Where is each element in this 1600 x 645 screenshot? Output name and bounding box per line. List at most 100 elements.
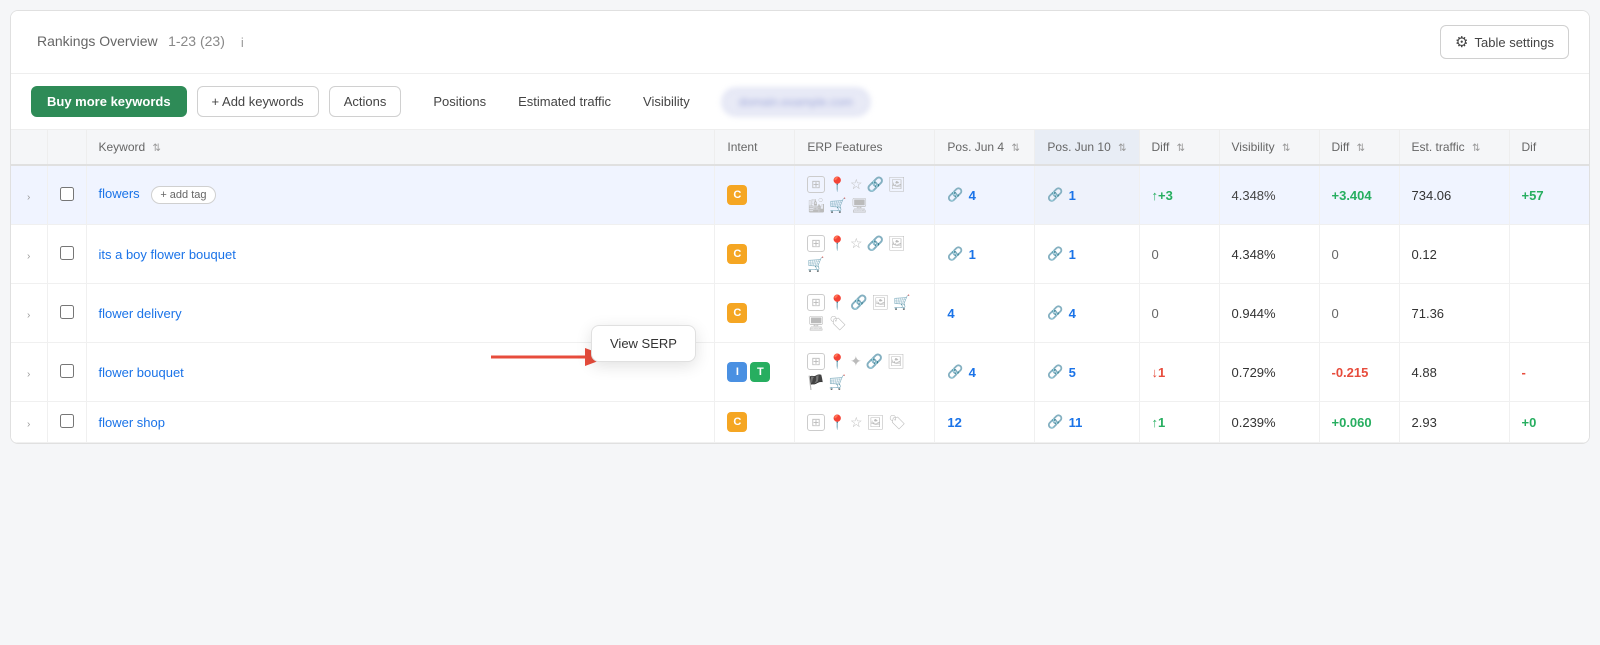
image-icon[interactable]: 🏙 bbox=[807, 197, 825, 214]
tag-icon[interactable]: 🏷 bbox=[888, 414, 906, 431]
diff-value: ↑+3 bbox=[1152, 188, 1173, 203]
location-icon[interactable]: 📍 bbox=[829, 176, 846, 193]
expand-icon[interactable]: › bbox=[23, 249, 34, 264]
star-icon2[interactable]: ✦ bbox=[850, 353, 862, 370]
expand-cell[interactable]: › bbox=[11, 225, 47, 284]
frame-icon[interactable]: 🖼 bbox=[888, 235, 906, 252]
expand-icon[interactable]: › bbox=[23, 190, 34, 205]
expand-cell[interactable]: › bbox=[11, 165, 47, 225]
intent-badge-c: C bbox=[727, 244, 747, 264]
cart-icon[interactable]: 🛒 bbox=[829, 374, 846, 391]
row-checkbox[interactable] bbox=[60, 305, 74, 319]
frame-icon[interactable]: 🖼 bbox=[887, 353, 905, 370]
keyword-link[interactable]: flower delivery bbox=[99, 306, 182, 321]
intent-badge-c: C bbox=[727, 412, 747, 432]
star-icon[interactable]: ☆ bbox=[850, 176, 863, 193]
pos-jun4-cell: 🔗 4 bbox=[935, 165, 1035, 225]
location-icon[interactable]: 📍 bbox=[829, 414, 846, 431]
keyword-link[interactable]: flowers bbox=[99, 186, 140, 201]
flag-icon[interactable]: 🏴 bbox=[807, 374, 824, 391]
table-settings-button[interactable]: ⚙ Table settings bbox=[1440, 25, 1569, 59]
link-icon[interactable]: 🔗 bbox=[867, 176, 884, 193]
location-icon[interactable]: 📍 bbox=[829, 353, 846, 370]
add-tag-button[interactable]: + add tag bbox=[151, 186, 215, 204]
serp-preview-icon[interactable]: ⊞ bbox=[807, 414, 824, 431]
frame-icon[interactable]: 🖼 bbox=[888, 176, 906, 193]
checkbox-cell[interactable] bbox=[47, 343, 86, 402]
link-icon[interactable]: 🔗 bbox=[850, 294, 867, 311]
checkbox-cell[interactable] bbox=[47, 165, 86, 225]
keyword-cell: flower shop bbox=[86, 402, 715, 443]
star-icon[interactable]: ☆ bbox=[850, 414, 863, 431]
tab-visibility[interactable]: Visibility bbox=[629, 87, 704, 116]
tab-estimated-traffic[interactable]: Estimated traffic bbox=[504, 87, 625, 116]
checkbox-cell[interactable] bbox=[47, 402, 86, 443]
intent-badge-t: T bbox=[750, 362, 770, 382]
row-checkbox[interactable] bbox=[60, 414, 74, 428]
visibility-cell: 4.348% bbox=[1219, 165, 1319, 225]
pos-jun10-cell: 🔗11 bbox=[1035, 402, 1139, 443]
intent-cell: C bbox=[715, 225, 795, 284]
traffic-sort-icon[interactable]: ⇅ bbox=[1472, 143, 1480, 154]
row-checkbox[interactable] bbox=[60, 187, 74, 201]
frame-icon[interactable]: 🖼 bbox=[871, 294, 889, 311]
monitor-icon[interactable]: 🖥 bbox=[851, 197, 869, 214]
table-header-row: Keyword ⇅ Intent ERP Features Pos. Jun 4… bbox=[11, 130, 1589, 165]
expand-icon[interactable]: › bbox=[23, 308, 34, 323]
row-checkbox[interactable] bbox=[60, 364, 74, 378]
location-icon[interactable]: 📍 bbox=[829, 294, 846, 311]
keyword-link[interactable]: its a boy flower bouquet bbox=[99, 247, 236, 262]
info-icon[interactable]: i bbox=[241, 35, 244, 50]
serp-preview-icon[interactable]: ⊞ bbox=[807, 353, 824, 370]
keyword-link[interactable]: flower bouquet bbox=[99, 365, 184, 380]
link-icon[interactable]: 🔗 bbox=[867, 235, 884, 252]
frame-icon[interactable]: 🖼 bbox=[867, 414, 885, 431]
expand-cell[interactable]: › bbox=[11, 402, 47, 443]
diff-sort-icon[interactable]: ⇅ bbox=[1177, 143, 1185, 154]
intent-badges: C bbox=[727, 185, 782, 205]
vis-diff-cell: 0 bbox=[1319, 225, 1399, 284]
cart-icon[interactable]: 🛒 bbox=[893, 294, 910, 311]
visibility-cell: 0.944% bbox=[1219, 284, 1319, 343]
rankings-overview-panel: Rankings Overview 1-23 (23) i ⚙ Table se… bbox=[10, 10, 1590, 444]
view-serp-tooltip[interactable]: View SERP bbox=[591, 325, 696, 362]
page-title: Rankings Overview 1-23 (23) bbox=[31, 33, 225, 51]
vis-diff-cell: +3.404 bbox=[1319, 165, 1399, 225]
expand-icon[interactable]: › bbox=[23, 417, 34, 432]
row-checkbox[interactable] bbox=[60, 246, 74, 260]
vis-diff-sort-icon[interactable]: ⇅ bbox=[1357, 143, 1365, 154]
expand-cell[interactable]: › bbox=[11, 343, 47, 402]
monitor-icon[interactable]: 🖥 bbox=[807, 315, 825, 332]
serp-features-cell: ⊞ 📍 ☆ 🖼 🏷 bbox=[795, 402, 935, 443]
add-keywords-button[interactable]: + Add keywords bbox=[197, 86, 319, 117]
keyword-link[interactable]: flower shop bbox=[99, 415, 165, 430]
cart-icon[interactable]: 🛒 bbox=[829, 197, 846, 214]
checkbox-cell[interactable] bbox=[47, 225, 86, 284]
col-traffic-header: Est. traffic ⇅ bbox=[1399, 130, 1509, 165]
tab-positions[interactable]: Positions bbox=[419, 87, 500, 116]
actions-button[interactable]: Actions bbox=[329, 86, 402, 117]
traffic-diff-cell: +0 bbox=[1509, 402, 1589, 443]
checkbox-cell[interactable] bbox=[47, 284, 86, 343]
keyword-sort-icon[interactable]: ⇅ bbox=[153, 143, 161, 154]
link-icon[interactable]: 🔗 bbox=[866, 353, 883, 370]
col-intent-header: Intent bbox=[715, 130, 795, 165]
traffic-diff-cell bbox=[1509, 225, 1589, 284]
gear-icon: ⚙ bbox=[1455, 33, 1468, 51]
tag-icon[interactable]: 🏷 bbox=[829, 315, 847, 332]
expand-icon[interactable]: › bbox=[23, 367, 34, 382]
pos-jun10-sort-icon[interactable]: ⇅ bbox=[1118, 143, 1126, 154]
star-icon[interactable]: ☆ bbox=[850, 235, 863, 252]
buy-keywords-button[interactable]: Buy more keywords bbox=[31, 86, 187, 117]
expand-cell[interactable]: › bbox=[11, 284, 47, 343]
vis-diff-cell: 0 bbox=[1319, 284, 1399, 343]
col-visibility-header: Visibility ⇅ bbox=[1219, 130, 1319, 165]
serp-preview-icon[interactable]: ⊞ bbox=[807, 294, 824, 311]
cart-icon[interactable]: 🛒 bbox=[807, 256, 824, 273]
traffic-diff-cell bbox=[1509, 284, 1589, 343]
location-icon[interactable]: 📍 bbox=[829, 235, 846, 252]
pos-jun4-sort-icon[interactable]: ⇅ bbox=[1011, 143, 1019, 154]
serp-preview-icon[interactable]: ⊞ bbox=[807, 235, 824, 252]
serp-preview-icon[interactable]: ⊞ bbox=[807, 176, 824, 193]
visibility-sort-icon[interactable]: ⇅ bbox=[1282, 143, 1290, 154]
